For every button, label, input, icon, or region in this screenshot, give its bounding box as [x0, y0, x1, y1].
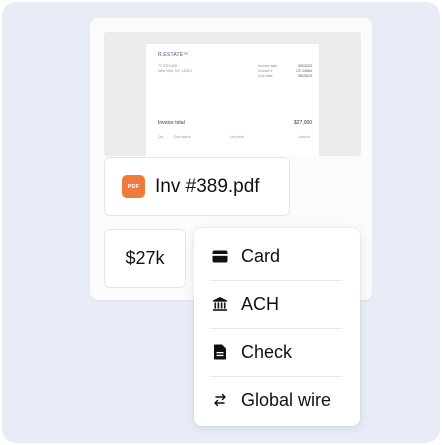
payment-method-label: Card [241, 245, 281, 266]
document-icon [210, 342, 230, 362]
bank-icon [210, 294, 230, 314]
payment-method-ach[interactable]: ACH [210, 280, 342, 328]
payment-method-check[interactable]: Check [210, 328, 342, 376]
invoice-document: R.ESTATE™ 72 5TH AVE New York, NY, 10013… [146, 44, 319, 156]
payment-method-menu: Card ACH Check Global wire [194, 228, 360, 426]
invoice-brand: R.ESTATE™ [158, 52, 189, 58]
invoice-columns: Qty Description Unit price Amount [158, 135, 310, 139]
invoice-total-value: $27,000 [294, 120, 313, 126]
invoice-preview[interactable]: R.ESTATE™ 72 5TH AVE New York, NY, 10013… [104, 32, 361, 156]
attachment-file-name: Inv #389.pdf [155, 175, 260, 197]
address-line: New York, NY, 10013 [158, 69, 192, 73]
column-header: Amount [298, 135, 310, 139]
column-header: Unit price [230, 135, 245, 139]
payment-method-global-wire[interactable]: Global wire [210, 376, 342, 424]
payment-method-card[interactable]: Card [210, 232, 342, 280]
invoice-meta: Invoice date 05/03/23 Invoice # CT-14964… [258, 64, 312, 79]
invoice-address: 72 5TH AVE New York, NY, 10013 [158, 64, 218, 74]
attachment-chip[interactable]: PDF Inv #389.pdf [104, 157, 290, 216]
card-icon [210, 246, 230, 266]
meta-value: 05/25/23 [298, 74, 312, 78]
meta-label: Due date [258, 74, 273, 78]
invoice-meta-row: Due date 05/25/23 [258, 74, 312, 79]
column-header: Qty [158, 135, 164, 139]
pdf-icon: PDF [122, 175, 145, 198]
invoice-total-label: Invoice total [158, 120, 185, 126]
column-header: Description [174, 135, 191, 139]
payment-method-label: Global wire [241, 389, 332, 410]
amount-box[interactable]: $27k [104, 229, 186, 288]
transfer-icon [210, 390, 230, 410]
payment-method-label: Check [241, 341, 293, 362]
payment-method-label: ACH [241, 293, 280, 314]
amount-value: $27k [125, 248, 165, 268]
